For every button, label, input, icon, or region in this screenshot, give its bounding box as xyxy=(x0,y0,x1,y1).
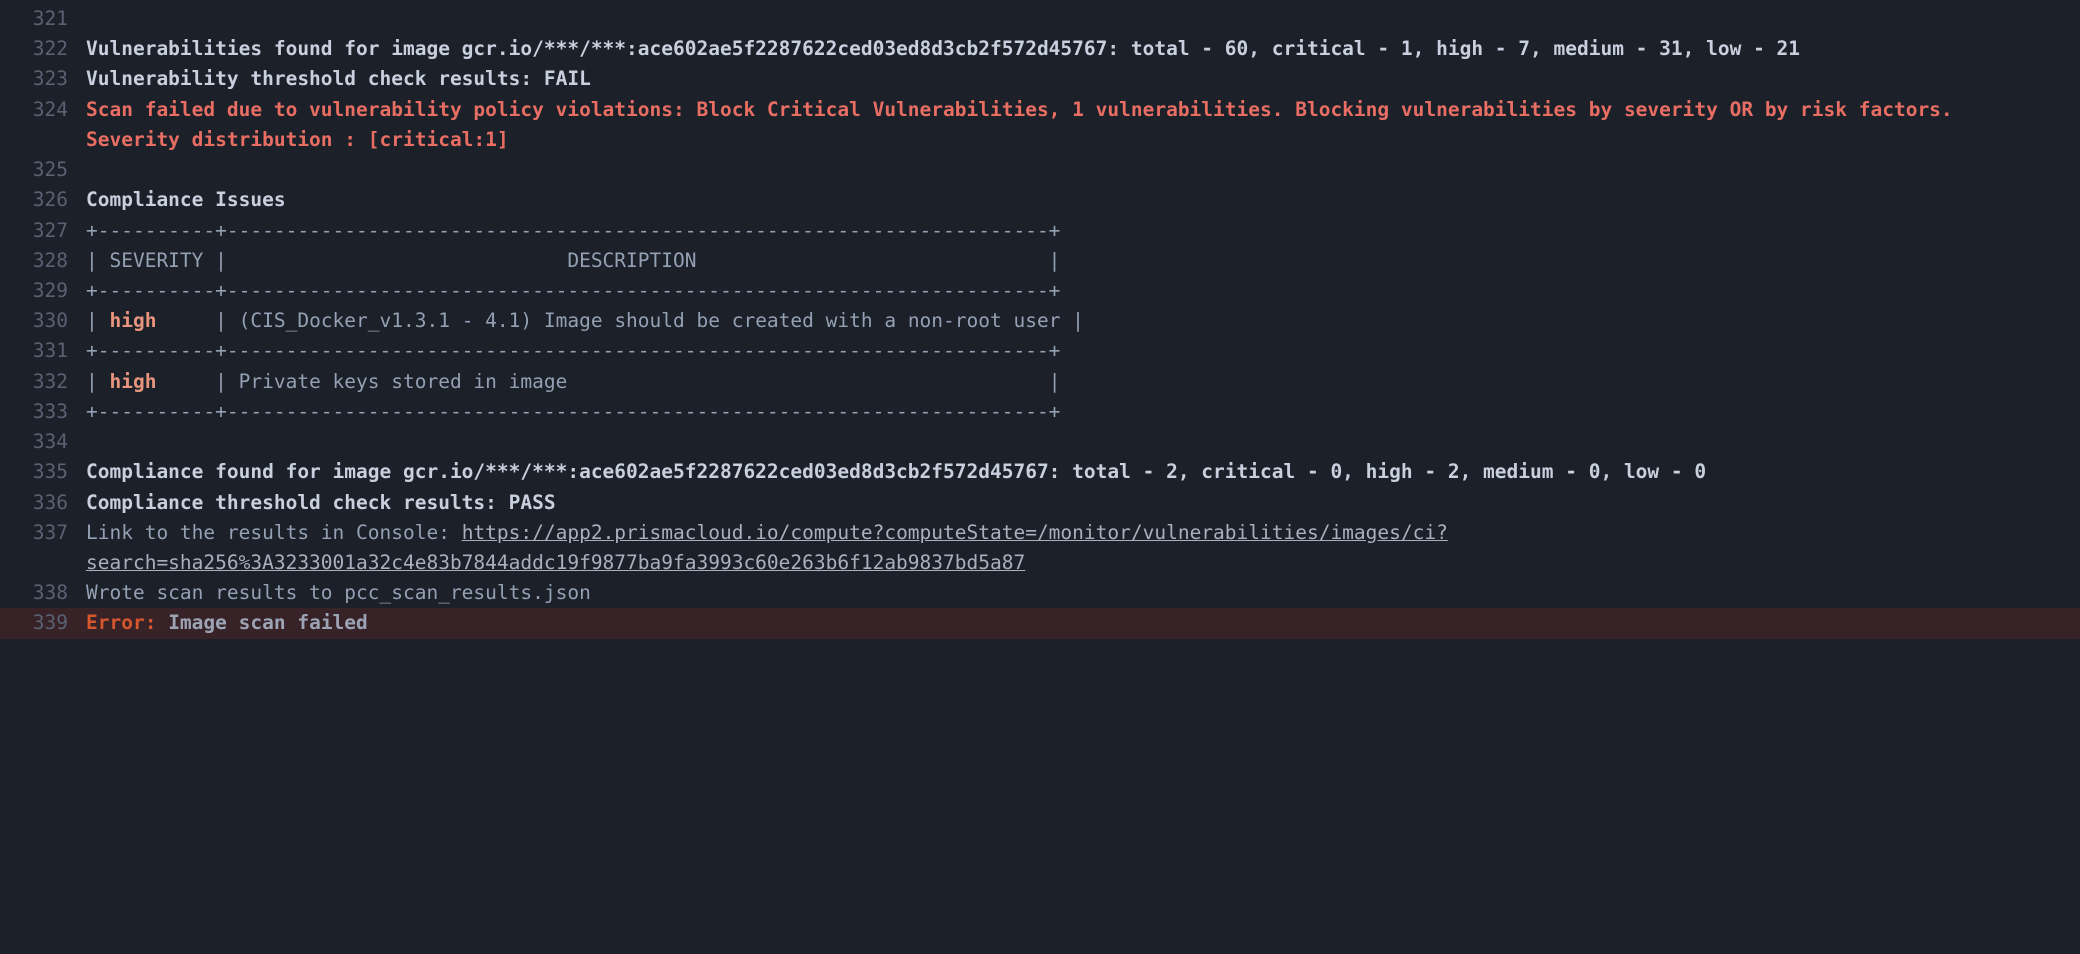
log-line: +----------+----------------------------… xyxy=(86,216,2080,246)
line-number: 330 xyxy=(0,306,86,336)
line-number: 327 xyxy=(0,216,86,246)
log-text: high xyxy=(109,309,156,332)
log-text: | Private keys stored in image | xyxy=(156,370,1060,393)
log-line: Link to the results in Console: https://… xyxy=(86,518,2080,578)
log-text: Wrote scan results to pcc_scan_results.j… xyxy=(86,581,591,604)
log-text: Compliance Issues xyxy=(86,188,286,211)
log-text: | xyxy=(86,370,109,393)
log-line: | high | Private keys stored in image | xyxy=(86,367,2080,397)
log-text: Compliance threshold check results: PASS xyxy=(86,491,556,514)
log-text: +----------+----------------------------… xyxy=(86,400,1060,423)
line-number: 325 xyxy=(0,155,86,185)
line-number: 331 xyxy=(0,336,86,366)
log-text: +----------+----------------------------… xyxy=(86,279,1060,302)
log-line xyxy=(86,4,2080,34)
log-text: Vulnerabilities found for image gcr.io/*… xyxy=(86,37,1800,60)
line-number: 321 xyxy=(0,4,86,34)
log-text: +----------+----------------------------… xyxy=(86,339,1060,362)
line-number: 335 xyxy=(0,457,86,487)
log-line: | high | (CIS_Docker_v1.3.1 - 4.1) Image… xyxy=(86,306,2080,336)
log-line: +----------+----------------------------… xyxy=(86,397,2080,427)
log-line xyxy=(86,155,2080,185)
log-text: Link to the results in Console: xyxy=(86,521,462,544)
line-number: 324 xyxy=(0,95,86,155)
log-line: Vulnerabilities found for image gcr.io/*… xyxy=(86,34,2080,64)
log-line xyxy=(86,427,2080,457)
log-line: Vulnerability threshold check results: F… xyxy=(86,64,2080,94)
line-number: 337 xyxy=(0,518,86,578)
log-text: Vulnerability threshold check results: F… xyxy=(86,67,591,90)
log-line: +----------+----------------------------… xyxy=(86,276,2080,306)
log-line: Compliance Issues xyxy=(86,185,2080,215)
line-number: 339 xyxy=(0,608,86,638)
log-text: +----------+----------------------------… xyxy=(86,219,1060,242)
log-text: | (CIS_Docker_v1.3.1 - 4.1) Image should… xyxy=(156,309,1083,332)
log-output[interactable]: 321 322Vulnerabilities found for image g… xyxy=(0,0,2080,645)
line-number: 323 xyxy=(0,64,86,94)
log-line: Error: Image scan failed xyxy=(86,608,2080,638)
line-number: 329 xyxy=(0,276,86,306)
line-number: 333 xyxy=(0,397,86,427)
line-number: 336 xyxy=(0,488,86,518)
log-text: Image scan failed xyxy=(156,611,367,634)
log-line: Scan failed due to vulnerability policy … xyxy=(86,95,2080,155)
log-line: +----------+----------------------------… xyxy=(86,336,2080,366)
log-text: Scan failed due to vulnerability policy … xyxy=(86,98,1964,151)
line-number: 334 xyxy=(0,427,86,457)
log-text: Error: xyxy=(86,611,156,634)
log-text: high xyxy=(109,370,156,393)
log-line: | SEVERITY | DESCRIPTION | xyxy=(86,246,2080,276)
log-text: Compliance found for image gcr.io/***/**… xyxy=(86,460,1706,483)
log-line: Compliance found for image gcr.io/***/**… xyxy=(86,457,2080,487)
log-text: | SEVERITY | DESCRIPTION | xyxy=(86,249,1060,272)
line-number: 328 xyxy=(0,246,86,276)
log-line: Compliance threshold check results: PASS xyxy=(86,488,2080,518)
line-number: 332 xyxy=(0,367,86,397)
line-number: 326 xyxy=(0,185,86,215)
log-text: | xyxy=(86,309,109,332)
line-number: 322 xyxy=(0,34,86,64)
line-number: 338 xyxy=(0,578,86,608)
log-line: Wrote scan results to pcc_scan_results.j… xyxy=(86,578,2080,608)
